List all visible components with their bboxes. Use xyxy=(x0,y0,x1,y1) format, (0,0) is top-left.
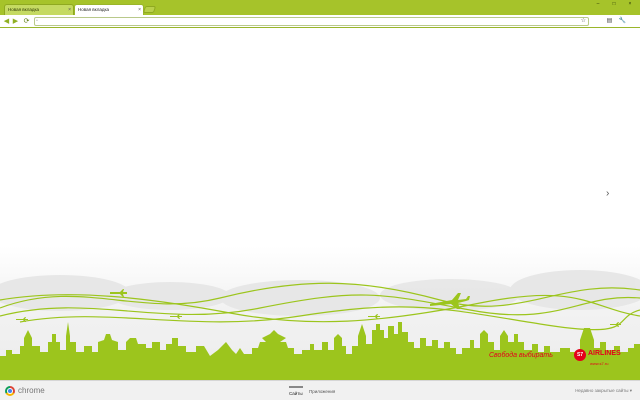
back-button[interactable]: ◀ xyxy=(2,17,11,26)
tab-strip: Новая вкладка × Новая вкладка × ‒ □ × xyxy=(0,0,640,15)
reload-icon: ⟳ xyxy=(23,18,30,25)
back-arrow-icon: ◀ xyxy=(3,18,10,25)
tab-new-tab-2[interactable]: Новая вкладка × xyxy=(74,4,144,15)
page-menu-button[interactable]: ▤ xyxy=(605,17,614,26)
address-input[interactable] xyxy=(41,18,571,25)
page-menu-icon: ▤ xyxy=(606,18,613,24)
s7-logo: S7 xyxy=(574,349,586,361)
tab-sites[interactable]: Сайты xyxy=(289,386,303,396)
ntp-bottom-bar: chrome Сайты Приложения Недавно закрытые… xyxy=(0,380,640,400)
tab-title: Новая вкладка xyxy=(8,7,40,12)
reload-button[interactable]: ⟳ xyxy=(22,17,31,26)
new-tab-page: › S7 Свобода выбирать AIRLINES www.s7.ru xyxy=(0,28,640,380)
chrome-wordmark: chrome xyxy=(18,386,45,395)
page-icon: ▫ xyxy=(36,18,38,24)
minimize-button[interactable]: ‒ xyxy=(590,0,606,8)
brand-url: www.s7.ru xyxy=(590,361,609,366)
star-icon[interactable]: ☆ xyxy=(581,18,586,25)
recently-closed-menu[interactable]: Недавно закрытые сайты ▾ xyxy=(575,388,632,394)
wrench-icon: 🔧 xyxy=(618,18,627,24)
theme-slogan: Свобода выбирать xyxy=(489,352,553,359)
tab-title: Новая вкладка xyxy=(78,7,110,12)
brand-name: AIRLINES xyxy=(588,350,621,357)
tab-new-tab-1[interactable]: Новая вкладка × xyxy=(4,4,74,15)
wrench-menu-button[interactable]: 🔧 xyxy=(618,17,627,26)
close-icon[interactable]: × xyxy=(68,7,71,13)
new-tab-button[interactable] xyxy=(142,6,157,13)
forward-button[interactable]: ▶ xyxy=(11,17,20,26)
omnibox[interactable]: ▫ ☆ xyxy=(34,17,589,26)
maximize-button[interactable]: □ xyxy=(606,0,622,8)
close-window-button[interactable]: × xyxy=(622,0,638,8)
close-icon[interactable]: × xyxy=(138,7,141,13)
chrome-logo-icon xyxy=(5,386,15,396)
next-page-arrow[interactable]: › xyxy=(606,188,609,199)
forward-arrow-icon: ▶ xyxy=(12,18,19,25)
tab-apps[interactable]: Приложения xyxy=(309,386,335,394)
toolbar: ◀ ▶ ⟳ ▫ ☆ ▤ 🔧 xyxy=(0,15,640,28)
